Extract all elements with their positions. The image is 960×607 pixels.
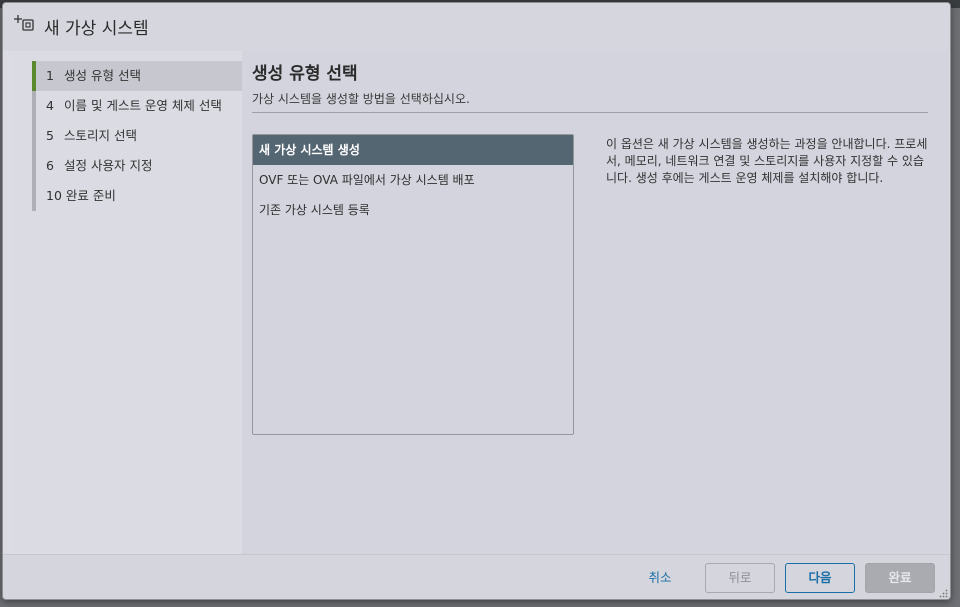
step-number: 6 xyxy=(46,158,54,173)
option-description: 이 옵션은 새 가상 시스템을 생성하는 과정을 안내합니다. 프로세서, 메모… xyxy=(606,137,928,185)
step-5-select-storage[interactable]: 5 스토리지 선택 xyxy=(36,121,242,151)
step-1-select-creation-type[interactable]: 1 생성 유형 선택 xyxy=(36,61,242,91)
finish-button[interactable]: 완료 xyxy=(865,563,935,593)
active-step-marker xyxy=(32,61,36,91)
step-label: 설정 사용자 지정 xyxy=(64,158,153,173)
dialog-title: 새 가상 시스템 xyxy=(44,19,149,39)
wizard-content: 생성 유형 선택 가상 시스템을 생성할 방법을 선택하십시오. 새 가상 시스… xyxy=(242,51,949,554)
step-number: 10 xyxy=(46,188,62,203)
dialog-footer: 취소 뒤로 다음 완료 xyxy=(3,554,950,599)
next-button[interactable]: 다음 xyxy=(785,563,855,593)
resize-grip-icon[interactable] xyxy=(939,589,948,598)
page-title: 생성 유형 선택 xyxy=(252,64,358,84)
step-label: 생성 유형 선택 xyxy=(64,68,141,83)
page-subtitle: 가상 시스템을 생성할 방법을 선택하십시오. xyxy=(252,92,470,106)
step-number: 1 xyxy=(46,68,54,83)
step-6-customize-settings[interactable]: 6 설정 사용자 지정 xyxy=(36,151,242,181)
step-number: 5 xyxy=(46,128,54,143)
dialog-titlebar: 새 가상 시스템 xyxy=(3,3,950,51)
cancel-button[interactable]: 취소 xyxy=(625,563,695,593)
option-deploy-from-ovf-ova[interactable]: OVF 또는 OVA 파일에서 가상 시스템 배포 xyxy=(253,165,573,195)
step-label: 이름 및 게스트 운영 체제 선택 xyxy=(64,98,222,113)
wizard-steps: 1 생성 유형 선택 4 이름 및 게스트 운영 체제 선택 5 스토리지 선택 6설… xyxy=(12,51,242,554)
divider xyxy=(252,112,928,113)
step-4-name-and-guest-os[interactable]: 4 이름 및 게스트 운영 체제 선택 xyxy=(36,91,242,121)
step-10-ready-to-complete[interactable]: 10 완료 준비 xyxy=(36,181,242,211)
new-vm-dialog: 새 가상 시스템 1 생성 유형 선택 4 이름 및 게스트 운영 체제 선택 5스… xyxy=(2,2,951,600)
step-label: 스토리지 선택 xyxy=(64,128,137,143)
back-button[interactable]: 뒤로 xyxy=(705,563,775,593)
step-number: 4 xyxy=(46,98,54,113)
option-register-existing-vm[interactable]: 기존 가상 시스템 등록 xyxy=(253,195,573,225)
step-label: 완료 준비 xyxy=(65,188,116,203)
new-vm-icon xyxy=(14,15,34,31)
option-create-new-vm[interactable]: 새 가상 시스템 생성 xyxy=(253,135,573,165)
creation-type-list[interactable]: 새 가상 시스템 생성 OVF 또는 OVA 파일에서 가상 시스템 배포 기존… xyxy=(252,134,574,435)
